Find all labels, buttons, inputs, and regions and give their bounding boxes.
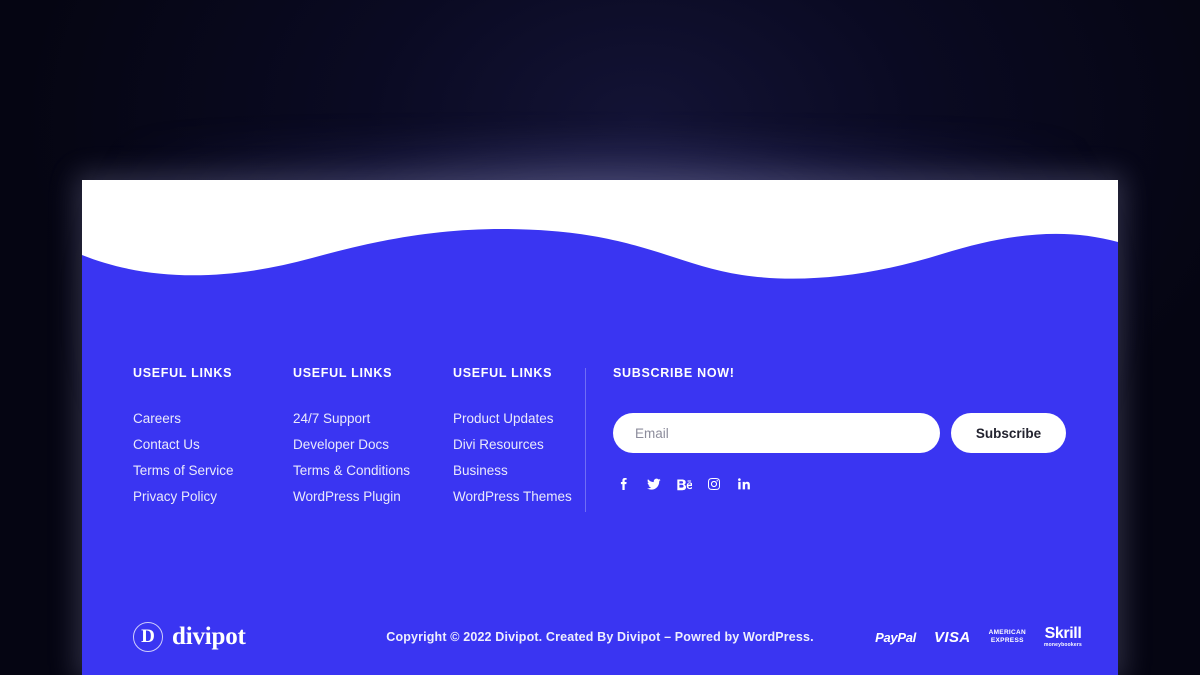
amex-line-1: AMERICAN xyxy=(988,629,1027,636)
sidebar-item-terms-of-service[interactable]: Terms of Service xyxy=(133,458,293,484)
sidebar-item-contact-us[interactable]: Contact Us xyxy=(133,432,293,458)
footer-link-columns: USEFUL LINKS Careers Contact Us Terms of… xyxy=(133,366,653,510)
behance-icon[interactable] xyxy=(676,476,692,492)
subscribe-button[interactable]: Subscribe xyxy=(951,413,1066,453)
column-title: USEFUL LINKS xyxy=(133,366,233,380)
column-divider xyxy=(585,368,586,512)
linkedin-icon[interactable] xyxy=(736,476,752,492)
sidebar-item-privacy-policy[interactable]: Privacy Policy xyxy=(133,484,293,510)
subscribe-title: SUBSCRIBE NOW! xyxy=(613,366,735,380)
sidebar-item-divi-resources[interactable]: Divi Resources xyxy=(453,432,613,458)
skrill-subtitle: moneybookers xyxy=(1044,642,1082,648)
footer-column-1: USEFUL LINKS Careers Contact Us Terms of… xyxy=(133,366,293,510)
footer-content: USEFUL LINKS Careers Contact Us Terms of… xyxy=(82,180,1118,675)
instagram-icon[interactable] xyxy=(706,476,722,492)
email-input[interactable] xyxy=(613,413,940,453)
sidebar-item-product-updates[interactable]: Product Updates xyxy=(453,406,613,432)
paypal-logo: PayPal xyxy=(875,629,916,645)
sidebar-item-developer-docs[interactable]: Developer Docs xyxy=(293,432,453,458)
column-title: USEFUL LINKS xyxy=(293,366,393,380)
social-links xyxy=(616,476,1073,492)
skrill-name: Skrill xyxy=(1044,625,1082,642)
footer-bottom-bar: D divipot Copyright © 2022 Divipot. Crea… xyxy=(82,599,1118,675)
skrill-logo: Skrill moneybookers xyxy=(1044,626,1082,648)
sidebar-item-terms-conditions[interactable]: Terms & Conditions xyxy=(293,458,453,484)
footer-column-3: USEFUL LINKS Product Updates Divi Resour… xyxy=(453,366,613,510)
amex-line-2: EXPRESS xyxy=(990,637,1024,644)
subscribe-form: Subscribe xyxy=(613,413,1073,453)
amex-logo: AMERICAN EXPRESS xyxy=(989,629,1026,645)
sidebar-item-wordpress-themes[interactable]: WordPress Themes xyxy=(453,484,613,510)
sidebar-item-business[interactable]: Business xyxy=(453,458,613,484)
twitter-icon[interactable] xyxy=(646,476,662,492)
sidebar-item-wordpress-plugin[interactable]: WordPress Plugin xyxy=(293,484,453,510)
facebook-icon[interactable] xyxy=(616,476,632,492)
visa-logo: VISA xyxy=(933,628,971,646)
footer-column-2: USEFUL LINKS 24/7 Support Developer Docs… xyxy=(293,366,453,510)
sidebar-item-careers[interactable]: Careers xyxy=(133,406,293,432)
column-title: USEFUL LINKS xyxy=(453,366,553,380)
webpage-panel: USEFUL LINKS Careers Contact Us Terms of… xyxy=(82,180,1118,675)
payment-methods: PayPal VISA AMERICAN EXPRESS Skrill mone… xyxy=(875,626,1082,648)
subscribe-section: SUBSCRIBE NOW! Subscribe xyxy=(613,366,1073,492)
sidebar-item-support[interactable]: 24/7 Support xyxy=(293,406,453,432)
